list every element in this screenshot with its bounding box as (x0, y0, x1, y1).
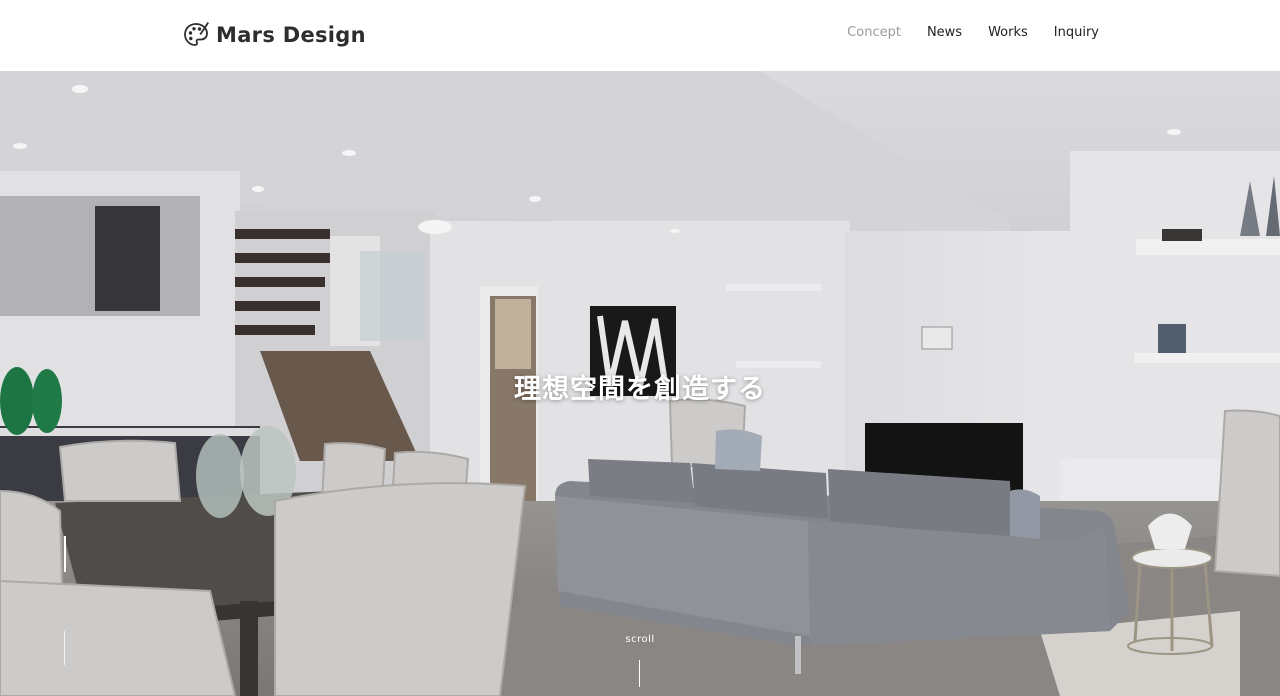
main-nav: Concept News Works Inquiry (847, 25, 1099, 40)
nav-link-works[interactable]: Works (988, 25, 1028, 40)
scroll-indicator-line[interactable] (639, 660, 640, 687)
hero-title: 理想空間を創造する (514, 374, 766, 405)
slider-indicator[interactable] (64, 631, 65, 665)
nav-link-news[interactable]: News (927, 25, 962, 40)
logo-text: Mars Design (216, 23, 366, 47)
slider-indicator-active[interactable] (64, 536, 66, 572)
site-header: Mars Design Concept News Works Inquiry (0, 0, 1280, 71)
nav-link-inquiry[interactable]: Inquiry (1054, 25, 1099, 40)
scroll-indicator-label[interactable]: scroll (0, 634, 1280, 645)
palette-icon (182, 21, 210, 49)
hero-section: 理想空間を創造する scroll (0, 71, 1280, 696)
nav-link-concept[interactable]: Concept (847, 25, 901, 40)
logo[interactable]: Mars Design (182, 20, 366, 50)
